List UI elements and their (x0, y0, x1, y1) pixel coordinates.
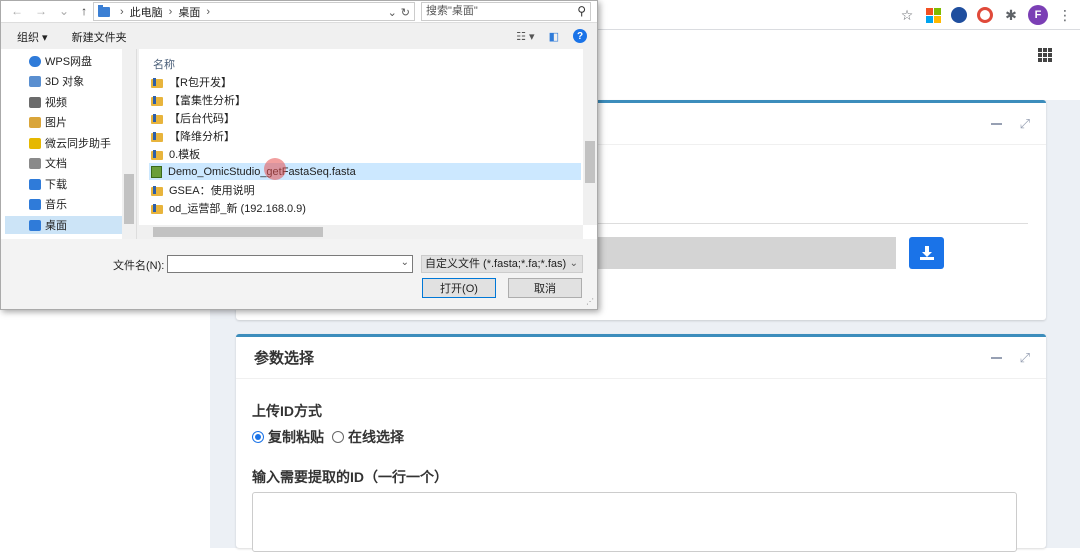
file-type-value: 自定义文件 (*.fasta;*.fa;*.fas) (425, 258, 567, 270)
open-button[interactable]: 打开(O) (422, 278, 496, 298)
back-icon[interactable]: ← (11, 4, 23, 18)
file-vscroll-thumb[interactable] (585, 141, 595, 183)
upload-box-tools: ⤢ (990, 116, 1030, 132)
params-box-title: 参数选择 (254, 350, 315, 367)
new-folder-button[interactable]: 新建文件夹 (72, 29, 127, 45)
dialog-footer (1, 239, 597, 309)
folder-icon (151, 130, 163, 142)
folder-icon (98, 4, 110, 17)
folder-icon (151, 148, 163, 160)
dialog-toolbar: 组织 ▾ 新建文件夹 ☷ ▾ ◧ ? (1, 25, 597, 49)
up-icon[interactable]: ↑ (81, 4, 87, 18)
chrome-extension-icon[interactable] (976, 6, 994, 24)
expand-icon[interactable]: ⤢ (1020, 350, 1030, 366)
file-hscrollbar[interactable] (139, 225, 583, 239)
list-item[interactable]: 【后台代码】 (151, 109, 235, 126)
nav-item-music[interactable]: 音乐 (29, 195, 67, 213)
file-list: 名称 【R包开发】 【富集性分析】 【后台代码】 【降维分析】 0.模板 Dem… (139, 49, 597, 239)
nav-item-pictures[interactable]: 图片 (29, 113, 67, 131)
nav-item-downloads[interactable]: 下载 (29, 175, 67, 193)
nav-item-documents[interactable]: 文档 (29, 154, 67, 172)
folder-icon (151, 202, 163, 214)
view-tools: ☷ ▾ ◧ ? (516, 29, 587, 43)
list-item[interactable]: GSEA：使用说明 (151, 181, 255, 198)
id-textarea[interactable] (252, 492, 1017, 552)
list-item[interactable]: 0.模板 (151, 145, 200, 162)
search-input[interactable]: 搜索"桌面" ⚲ (421, 2, 591, 21)
radio-copy-paste-label: 复制粘贴 (268, 429, 324, 445)
file-vscrollbar[interactable] (583, 49, 597, 225)
cancel-button[interactable]: 取消 (508, 278, 582, 298)
download-button[interactable] (909, 237, 944, 269)
folder-icon (151, 112, 163, 124)
expand-icon[interactable]: ⤢ (1020, 116, 1030, 132)
puzzle-extensions-icon[interactable]: ✱ (1002, 6, 1020, 24)
resize-grip-icon[interactable]: ⋰ (586, 297, 594, 306)
upload-method-radios: 复制粘贴 在线选择 (252, 427, 404, 447)
browser-menu-icon[interactable]: ⋮ (1056, 6, 1074, 24)
apps-grid-icon[interactable] (1038, 48, 1052, 62)
list-item-selected[interactable]: Demo_OmicStudio_getFastaSeq.fasta (149, 163, 581, 180)
nav-scrollbar[interactable] (122, 49, 136, 239)
nav-item-3d[interactable]: 3D 对象 (29, 72, 84, 90)
id-input-label: 输入需要提取的ID（一行一个） (252, 469, 448, 485)
nav-scroll-thumb[interactable] (124, 174, 134, 224)
radio-online-select[interactable] (332, 431, 344, 443)
params-box-header: 参数选择 ⤢ (236, 337, 1046, 379)
radio-online-select-label: 在线选择 (348, 429, 404, 445)
chevron-down-icon: ⌄ (569, 258, 578, 269)
recent-chevron-icon[interactable]: ⌄ (59, 4, 69, 18)
search-placeholder: 搜索"桌面" (426, 5, 478, 17)
collapse-icon[interactable] (990, 123, 1002, 125)
organize-button[interactable]: 组织 ▾ (17, 29, 48, 45)
upload-method-label: 上传ID方式 (252, 403, 322, 419)
refresh-icon[interactable]: ↻ (401, 6, 410, 19)
filename-input[interactable]: ⌄ (167, 255, 413, 273)
preview-pane-icon[interactable]: ◧ (549, 30, 559, 43)
navigation-pane: WPS网盘 3D 对象 视频 图片 微云同步助手 文档 下载 音乐 桌面 (1, 49, 137, 239)
forward-icon[interactable]: → (35, 4, 47, 18)
folder-icon (151, 94, 163, 106)
nav-arrows: ← → ⌄ ↑ (11, 4, 87, 18)
list-item[interactable]: od_运营部_新 (192.168.0.9) (151, 199, 306, 216)
list-item[interactable]: 【富集性分析】 (151, 91, 246, 108)
folder-icon (151, 76, 163, 88)
download-icon (919, 246, 934, 260)
nav-item-weiyun[interactable]: 微云同步助手 (29, 134, 111, 152)
list-item[interactable]: 【R包开发】 (151, 73, 232, 90)
bookmark-star-icon[interactable]: ☆ (898, 6, 916, 24)
search-icon[interactable]: ⚲ (577, 3, 586, 20)
filename-label: 文件名(N): (113, 260, 165, 272)
params-box: 参数选择 ⤢ 上传ID方式 复制粘贴 在线选择 输入需要提取的ID（一行一个） (236, 334, 1046, 552)
microsoft-extension-icon[interactable] (924, 6, 942, 24)
address-row: ← → ⌄ ↑ › 此电脑 › 桌面 › ⌄ ↻ 搜索"桌面" ⚲ (1, 1, 597, 23)
file-hscroll-thumb[interactable] (153, 227, 323, 237)
file-open-dialog: ← → ⌄ ↑ › 此电脑 › 桌面 › ⌄ ↻ 搜索"桌面" ⚲ 组织 ▾ 新… (0, 0, 598, 310)
breadcrumb-desktop[interactable]: 桌面 (178, 4, 200, 20)
chevron-down-icon[interactable]: ⌄ (401, 257, 409, 268)
view-mode-icon[interactable]: ☷ ▾ (516, 30, 534, 43)
radio-copy-paste[interactable] (252, 431, 264, 443)
list-item[interactable]: 【降维分析】 (151, 127, 235, 144)
help-icon[interactable]: ? (573, 29, 587, 43)
address-dropdown-icon[interactable]: ⌄ (388, 6, 397, 19)
nav-item-video[interactable]: 视频 (29, 93, 67, 111)
params-box-tools: ⤢ (990, 350, 1030, 366)
address-bar[interactable]: › 此电脑 › 桌面 › ⌄ ↻ (93, 2, 415, 21)
fasta-file-icon (151, 165, 162, 178)
breadcrumb-this-pc[interactable]: 此电脑 (130, 4, 163, 20)
nav-item-desktop[interactable]: 桌面 (5, 216, 123, 234)
profile-avatar[interactable]: F (1028, 5, 1048, 25)
cursor-highlight (264, 158, 286, 180)
nav-item-wps[interactable]: WPS网盘 (29, 52, 92, 70)
browser-extensions: ☆ ✱ F ⋮ (898, 5, 1074, 25)
column-header-name[interactable]: 名称 (153, 56, 175, 72)
file-type-select[interactable]: 自定义文件 (*.fasta;*.fa;*.fas) ⌄ (421, 255, 583, 273)
folder-icon (151, 184, 163, 196)
address-tools: ⌄ ↻ (388, 3, 410, 21)
download-extension-icon[interactable] (950, 6, 968, 24)
collapse-icon[interactable] (990, 357, 1002, 359)
